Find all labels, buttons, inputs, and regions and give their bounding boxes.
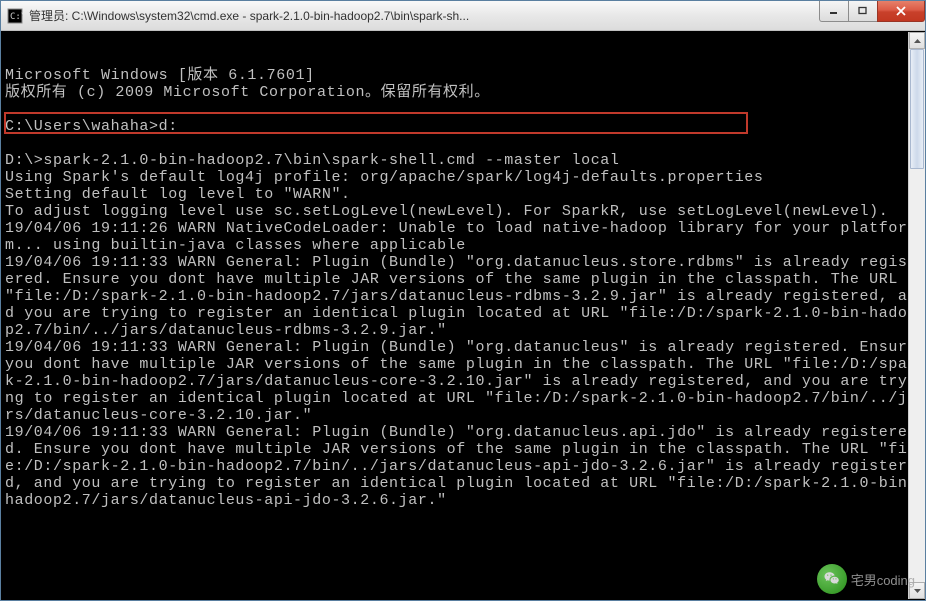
scroll-down-arrow[interactable] (909, 582, 925, 599)
vertical-scrollbar[interactable] (908, 32, 925, 599)
scroll-thumb[interactable] (910, 49, 924, 169)
window-title: 管理员: C:\Windows\system32\cmd.exe - spark… (29, 7, 925, 24)
cmd-window: C:\ 管理员: C:\Windows\system32\cmd.exe - s… (0, 0, 926, 601)
close-button[interactable] (877, 1, 925, 22)
terminal-output[interactable]: Microsoft Windows [版本 6.1.7601] 版权所有 (c)… (1, 31, 925, 600)
scroll-track[interactable] (909, 49, 925, 582)
scroll-up-arrow[interactable] (909, 32, 925, 49)
titlebar[interactable]: C:\ 管理员: C:\Windows\system32\cmd.exe - s… (1, 1, 925, 31)
minimize-button[interactable] (819, 1, 849, 22)
maximize-button[interactable] (848, 1, 878, 22)
svg-text:C:\: C:\ (10, 12, 23, 22)
window-controls (820, 1, 925, 23)
cmd-icon: C:\ (7, 8, 23, 24)
